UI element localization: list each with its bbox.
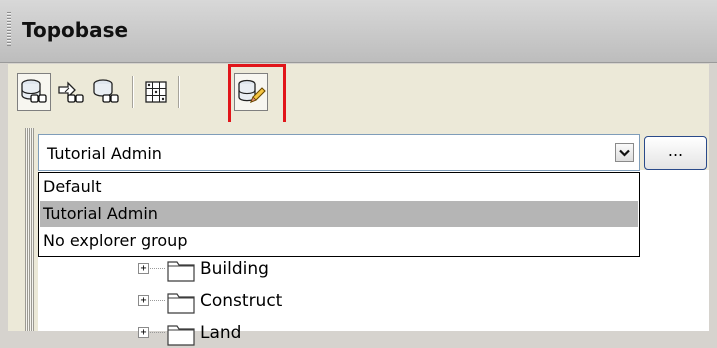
grid-icon bbox=[145, 81, 167, 103]
toolbar-separator bbox=[178, 76, 180, 108]
tree-item-label: Building bbox=[200, 259, 269, 279]
tree-item-label: Construct bbox=[200, 291, 283, 311]
more-options-button[interactable]: ... bbox=[644, 136, 707, 170]
explorer-group-value: Tutorial Admin bbox=[47, 144, 162, 163]
search-database-button[interactable] bbox=[17, 73, 51, 111]
folder-icon bbox=[167, 293, 195, 314]
dropdown-button[interactable] bbox=[615, 143, 634, 162]
expand-icon[interactable]: + bbox=[138, 327, 149, 338]
expand-icon[interactable]: + bbox=[138, 263, 149, 274]
highlight-annotation bbox=[228, 64, 286, 128]
dropdown-option-tutorial-admin[interactable]: Tutorial Admin bbox=[40, 201, 638, 227]
search-database-icon bbox=[21, 79, 47, 103]
folder-icon bbox=[167, 325, 195, 346]
search-layers-icon bbox=[93, 79, 119, 103]
find-arrows-button[interactable] bbox=[53, 73, 87, 111]
grid-button[interactable] bbox=[139, 73, 173, 111]
folder-icon bbox=[167, 261, 195, 282]
tree-item-label: Land bbox=[200, 323, 242, 343]
panel-title: Topobase bbox=[22, 18, 129, 42]
titlebar-grip[interactable] bbox=[7, 12, 11, 46]
expand-icon[interactable]: + bbox=[138, 295, 149, 306]
panel-splitter[interactable] bbox=[25, 128, 34, 331]
explorer-group-combobox[interactable]: Tutorial Admin bbox=[38, 134, 640, 171]
explorer-group-dropdown-list: Default Tutorial Admin No explorer group bbox=[38, 172, 640, 257]
chevron-down-icon bbox=[619, 149, 630, 157]
toolbar-separator bbox=[132, 76, 134, 108]
dropdown-option-no-explorer-group[interactable]: No explorer group bbox=[40, 228, 638, 254]
dropdown-option-default[interactable]: Default bbox=[40, 174, 638, 200]
toolbar bbox=[8, 64, 709, 122]
panel-titlebar: Topobase bbox=[0, 0, 717, 63]
search-layers-button[interactable] bbox=[89, 73, 123, 111]
find-arrows-icon bbox=[58, 81, 84, 103]
